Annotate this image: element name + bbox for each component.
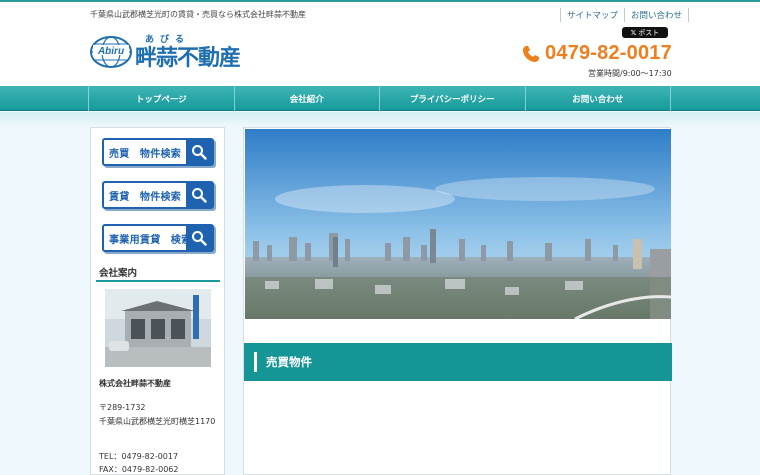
sale-search-label: 売買 物件検索 bbox=[109, 149, 182, 160]
phone-contact[interactable]: 0479-82-0017 bbox=[521, 42, 672, 65]
company-heading-underline bbox=[96, 280, 220, 282]
sitemap-link[interactable]: サイトマップ bbox=[560, 8, 624, 22]
rent-search-label: 賃貸 物件検索 bbox=[109, 192, 182, 203]
search-icon bbox=[186, 183, 212, 207]
contact-link[interactable]: お問い合わせ bbox=[624, 8, 690, 22]
nav-item-privacy[interactable]: プライバシーポリシー bbox=[380, 86, 526, 111]
nav-item-contact[interactable]: お問い合わせ bbox=[526, 86, 671, 111]
company-zip: 〒289-1732 bbox=[99, 403, 146, 412]
logo-mark-text: Abiru bbox=[97, 46, 124, 57]
company-heading: 会社案内 bbox=[99, 268, 138, 279]
business-rent-search-button[interactable]: 事業用賃貸 検索 bbox=[102, 224, 214, 252]
business-hours: 営業時間/9:00～17:30 bbox=[588, 69, 672, 78]
company-fax: FAX：0479-82-0062 bbox=[99, 465, 179, 474]
nav-shadow-band bbox=[0, 112, 760, 126]
company-address: 千葉県山武郡横芝光町横芝1170 bbox=[99, 417, 216, 426]
search-icon bbox=[186, 140, 212, 164]
x-post-button[interactable]: 𝕏 ポスト bbox=[622, 27, 668, 38]
site-header: 千葉県山武郡横芝光町の賃貸・売買なら株式会社畔蒜不動産 サイトマップ お問い合わ… bbox=[0, 2, 760, 86]
business-rent-search-label: 事業用賃貸 検索 bbox=[109, 235, 192, 246]
site-logo[interactable]: Abiru あびる 畔蒜不動産 bbox=[89, 28, 249, 72]
globe-logo-icon: Abiru bbox=[90, 36, 132, 68]
x-logo-icon: 𝕏 bbox=[630, 28, 637, 37]
hero-cityscape-image bbox=[245, 129, 671, 319]
company-tel: TEL：0479-82-0017 bbox=[99, 452, 179, 461]
x-post-label: ポスト bbox=[638, 28, 660, 37]
logo-name: 畔蒜不動産 bbox=[135, 46, 241, 71]
global-nav: トップページ 会社紹介 プライバシーポリシー お問い合わせ bbox=[0, 86, 760, 111]
section-title: 売買物件 bbox=[266, 355, 312, 369]
company-name: 株式会社畔蒜不動産 bbox=[99, 379, 171, 388]
search-icon bbox=[186, 226, 212, 250]
utility-links: サイトマップ お問い合わせ bbox=[560, 8, 690, 22]
sidebar: 売買 物件検索 賃貸 物件検索 事業用賃貸 検索 会社案内 株式会社畔蒜不動産 … bbox=[90, 127, 225, 475]
nav-item-top[interactable]: トップページ bbox=[89, 86, 235, 111]
office-photo bbox=[105, 289, 211, 367]
phone-number: 0479-82-0017 bbox=[545, 42, 672, 64]
section-accent-bar bbox=[254, 352, 257, 372]
rent-search-button[interactable]: 賃貸 物件検索 bbox=[102, 181, 214, 209]
main-content: 売買物件 bbox=[243, 127, 672, 475]
sale-properties-section-header: 売買物件 bbox=[244, 343, 672, 381]
phone-icon bbox=[523, 45, 539, 62]
site-tagline: 千葉県山武郡横芝光町の賃貸・売買なら株式会社畔蒜不動産 bbox=[90, 10, 306, 19]
sale-search-button[interactable]: 売買 物件検索 bbox=[102, 138, 214, 166]
nav-item-company[interactable]: 会社紹介 bbox=[235, 86, 380, 111]
